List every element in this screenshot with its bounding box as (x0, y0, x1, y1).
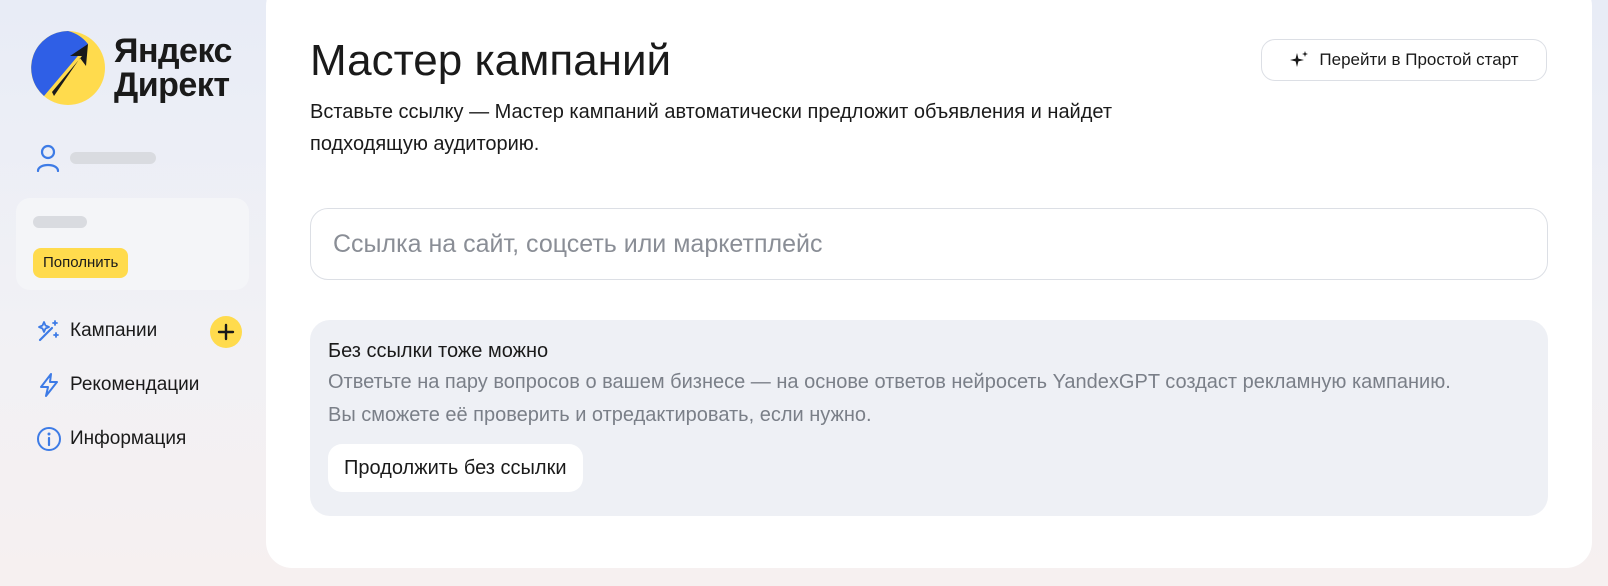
logo-wordmark: Яндекс Директ (114, 34, 232, 102)
simple-start-label: Перейти в Простой старт (1319, 50, 1519, 69)
no-link-title: Без ссылки тоже можно (328, 340, 549, 362)
topup-button[interactable]: Пополнить (33, 248, 129, 278)
sidebar: Яндекс Директ Пополнить Кампании Рекомен… (0, 0, 264, 586)
plus-icon (217, 323, 235, 341)
continue-without-link-button[interactable]: Продолжить без ссылки (328, 444, 583, 492)
no-link-description: Ответьте на пару вопросов о вашем бизнес… (328, 371, 1451, 426)
logo-line-2: Директ (114, 66, 230, 104)
sidebar-item-label: Кампании (70, 320, 158, 341)
sidebar-item-recommendations[interactable]: Рекомендации (36, 372, 199, 398)
sidebar-item-campaigns[interactable]: Кампании (36, 318, 157, 344)
yandex-direct-logo-icon (31, 31, 105, 105)
page-title: Мастер кампаний (310, 36, 672, 85)
sparkle-icon (1290, 51, 1309, 67)
user-account[interactable] (36, 144, 156, 172)
balance-card: Пополнить (16, 198, 249, 290)
sidebar-item-label: Рекомендации (70, 374, 200, 395)
magic-wand-icon (38, 320, 59, 342)
logo-line-1: Яндекс (114, 32, 232, 70)
no-link-card: Без ссылки тоже можно Ответьте на пару в… (310, 320, 1548, 516)
page-description: Вставьте ссылку — Мастер кампаний автома… (310, 101, 1113, 155)
sidebar-item-information[interactable]: Информация (36, 426, 186, 452)
info-icon (37, 427, 61, 451)
simple-start-button[interactable]: Перейти в Простой старт (1261, 39, 1547, 81)
sidebar-item-label: Информация (70, 428, 187, 449)
yandex-direct-logo[interactable]: Яндекс Директ (30, 30, 232, 106)
main-panel: Мастер кампаний Вставьте ссылку — Мастер… (266, 0, 1592, 568)
site-url-input[interactable] (310, 208, 1548, 280)
lightning-icon (40, 373, 58, 397)
balance-placeholder (33, 216, 87, 228)
user-name-placeholder (70, 152, 156, 164)
user-icon (36, 144, 60, 172)
add-campaign-button[interactable] (210, 316, 242, 348)
